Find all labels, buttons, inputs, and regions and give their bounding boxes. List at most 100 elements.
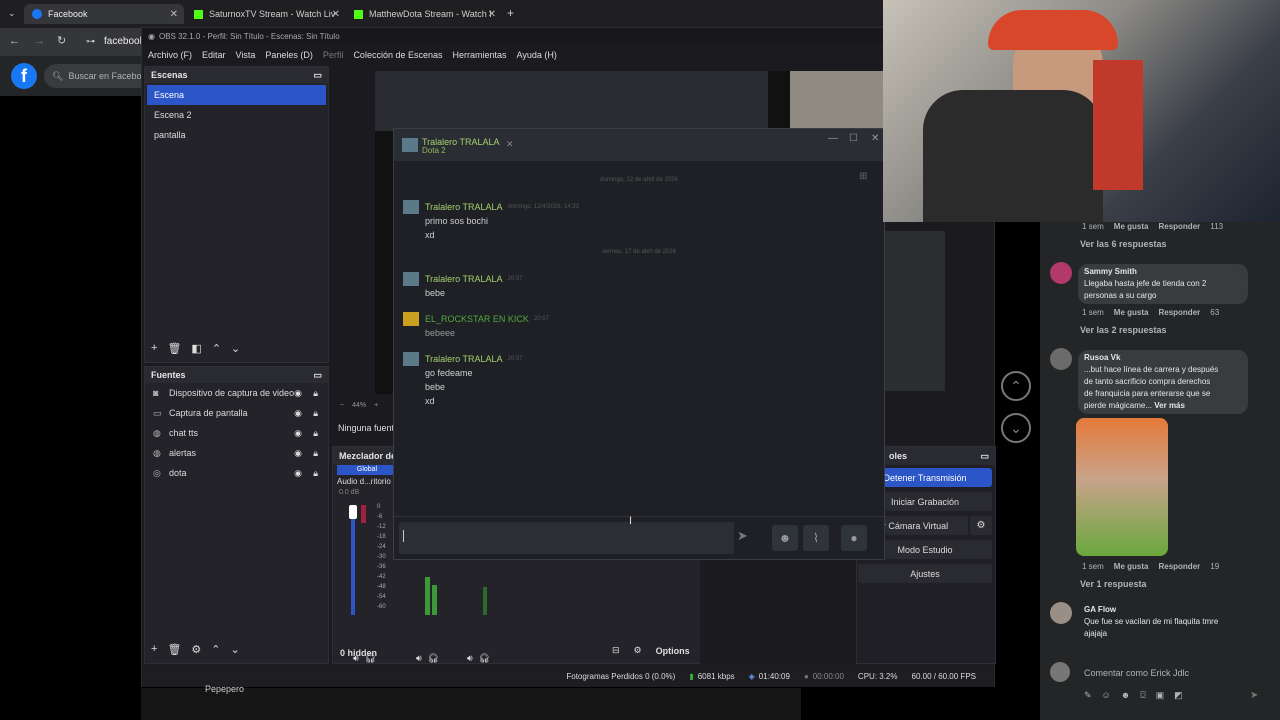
comment-author[interactable]: Sammy Smith <box>1084 266 1242 278</box>
avatar-sticker-icon[interactable]: ☺ <box>1102 690 1111 701</box>
volume-icon[interactable]: 🔊︎ <box>467 653 473 664</box>
attach-icon[interactable]: ⌇ <box>803 525 829 551</box>
mixer-tab-global[interactable]: Global <box>337 465 397 475</box>
reply-button[interactable]: Responder <box>1158 562 1200 571</box>
facebook-search-input[interactable]: 🔍︎ Buscar en Facebook <box>44 64 154 88</box>
like-button[interactable]: Me gusta <box>1114 222 1149 231</box>
comment-author[interactable]: GA Flow <box>1084 604 1218 616</box>
undock-icon[interactable]: ▭ <box>980 451 989 462</box>
send-icon[interactable]: ➤ <box>737 528 748 544</box>
tab-matthewdota[interactable]: MatthewDota Stream - Watch I ✕ <box>346 4 502 24</box>
move-up-icon[interactable]: ⌃ <box>212 342 221 355</box>
site-info-icon[interactable]: ⊶ <box>86 36 95 47</box>
eye-icon[interactable]: ◉ <box>294 448 302 459</box>
scene-item[interactable]: Escena <box>147 85 326 105</box>
gear-icon[interactable]: ⚙ <box>970 516 992 535</box>
lock-icon[interactable]: 🔒︎ <box>313 408 318 419</box>
comment-image[interactable] <box>1076 418 1168 556</box>
view-replies-link[interactable]: Ver las 6 respuestas <box>1080 239 1167 249</box>
scroll-down-icon[interactable]: ⌄ <box>1001 413 1031 443</box>
scene-item[interactable]: Escena 2 <box>147 105 326 125</box>
trash-icon[interactable]: 🗑︎ <box>167 342 181 355</box>
menu-coleccion[interactable]: Colección de Escenas <box>353 50 442 60</box>
maximize-icon[interactable]: ☐ <box>849 133 858 144</box>
back-icon[interactable]: ← <box>9 35 20 47</box>
gear-icon[interactable]: ⚙ <box>191 643 201 656</box>
headphones-icon[interactable]: 🎧︎ <box>479 653 490 664</box>
volume-slider-handle[interactable] <box>349 505 357 519</box>
menu-archivo[interactable]: Archivo (F) <box>148 50 192 60</box>
voice-icon[interactable]: ● <box>841 525 867 551</box>
camera-icon[interactable]: ⌼ <box>1140 690 1145 701</box>
sticker-icon[interactable]: ✎ <box>1084 690 1092 701</box>
gif-icon[interactable]: ▣ <box>1156 690 1165 701</box>
scroll-up-icon[interactable]: ⌃ <box>1001 371 1031 401</box>
hidden-count[interactable]: 0 hidden <box>340 648 377 658</box>
filter-icon[interactable]: ◧ <box>191 342 201 355</box>
close-tab-icon[interactable]: ✕ <box>170 9 178 20</box>
like-button[interactable]: Me gusta <box>1114 562 1149 571</box>
close-tab-icon[interactable]: ✕ <box>332 9 340 20</box>
message-author[interactable]: EL_ROCKSTAR EN KICK <box>425 314 529 324</box>
eye-icon[interactable]: ◉ <box>294 428 302 439</box>
tab-list-icon[interactable]: ⌄ <box>8 8 16 19</box>
address-bar[interactable]: facebook <box>104 36 145 47</box>
facebook-logo-icon[interactable]: f <box>11 63 37 89</box>
chat-message-input[interactable]: ➤ <box>399 522 748 554</box>
comment-input[interactable]: Comentar como Erick Jdlc <box>1076 662 1274 684</box>
close-tab-icon[interactable]: ✕ <box>488 9 496 20</box>
volume-icon[interactable]: 🔊︎ <box>416 653 422 664</box>
tab-facebook[interactable]: Facebook ✕ <box>24 4 184 24</box>
eye-icon[interactable]: ◉ <box>294 408 302 419</box>
undock-icon[interactable]: ▭ <box>313 370 322 381</box>
scene-item[interactable]: pantalla <box>147 125 326 145</box>
menu-paneles[interactable]: Paneles (D) <box>265 50 313 60</box>
add-icon[interactable]: + <box>151 643 157 655</box>
gear-icon[interactable]: ⚙ <box>634 645 642 656</box>
see-more-link[interactable]: Ver más <box>1154 401 1185 410</box>
view-replies-link[interactable]: Ver 1 respuesta <box>1080 579 1147 589</box>
avatar[interactable] <box>1050 602 1072 624</box>
menu-vista[interactable]: Vista <box>236 50 256 60</box>
lock-icon[interactable]: 🔒︎ <box>313 428 318 439</box>
sticker-icon[interactable]: ◩ <box>1174 690 1183 701</box>
move-up-icon[interactable]: ⌃ <box>211 643 220 656</box>
source-item[interactable]: ◎ dota ◉ 🔒︎ <box>145 463 328 483</box>
source-item[interactable]: ▭ Captura de pantalla ◉ 🔒︎ <box>145 403 328 423</box>
move-down-icon[interactable]: ⌄ <box>231 643 240 656</box>
like-button[interactable]: Me gusta <box>1114 308 1149 317</box>
trash-icon[interactable]: 🗑︎ <box>167 643 181 656</box>
settings-button[interactable]: Ajustes <box>858 564 992 583</box>
zoom-out-icon[interactable]: − <box>340 402 344 409</box>
lock-icon[interactable]: 🔒︎ <box>313 388 318 399</box>
minimize-icon[interactable]: — <box>828 133 838 144</box>
avatar[interactable] <box>1050 348 1072 370</box>
lock-icon[interactable]: 🔒︎ <box>313 448 318 459</box>
lock-icon[interactable]: 🔒︎ <box>313 468 318 479</box>
close-icon[interactable]: ✕ <box>871 133 879 144</box>
message-author[interactable]: Tralalero TRALALA <box>425 274 503 284</box>
message-author[interactable]: Tralalero TRALALA <box>425 354 503 364</box>
emoji-icon[interactable]: ☻ <box>1121 690 1130 701</box>
source-item[interactable]: ◙ Dispositivo de captura de video ◉ 🔒︎ <box>145 383 328 403</box>
avatar[interactable] <box>1050 262 1072 284</box>
menu-perfil[interactable]: Perfil <box>323 50 344 60</box>
close-tab-icon[interactable]: ✕ <box>506 139 514 150</box>
view-replies-link[interactable]: Ver las 2 respuestas <box>1080 325 1167 335</box>
headphones-icon[interactable]: 🎧︎ <box>428 653 439 664</box>
new-tab-icon[interactable]: + <box>507 6 514 20</box>
source-item[interactable]: ◍ alertas ◉ 🔒︎ <box>145 443 328 463</box>
menu-herramientas[interactable]: Herramientas <box>453 50 507 60</box>
source-item[interactable]: ◍ chat tts ◉ 🔒︎ <box>145 423 328 443</box>
eye-icon[interactable]: ◉ <box>294 388 302 399</box>
forward-icon[interactable]: → <box>34 35 45 47</box>
layout-icon[interactable]: ⊟ <box>612 645 620 656</box>
move-down-icon[interactable]: ⌄ <box>231 342 240 355</box>
menu-ayuda[interactable]: Ayuda (H) <box>517 50 557 60</box>
message-author[interactable]: Tralalero TRALALA <box>425 202 503 212</box>
comment-author[interactable]: Rusoa Vk <box>1084 352 1242 364</box>
emoticon-icon[interactable]: ☻ <box>772 525 798 551</box>
undock-icon[interactable]: ▭ <box>313 70 322 81</box>
options-button[interactable]: Options <box>656 646 690 656</box>
menu-editar[interactable]: Editar <box>202 50 226 60</box>
